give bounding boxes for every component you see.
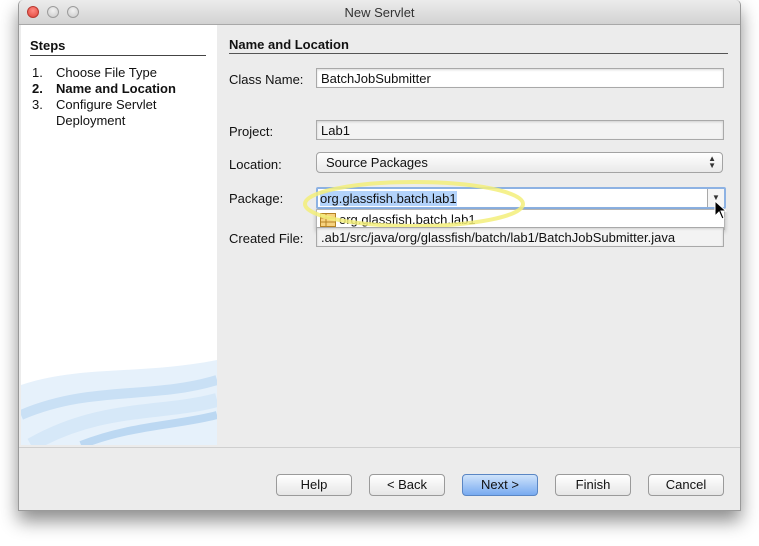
step-label: Configure Servlet Deployment — [56, 97, 157, 128]
section-heading: Name and Location — [229, 37, 349, 52]
updown-arrows-icon: ▲ ▼ — [708, 154, 716, 170]
new-servlet-dialog: New Servlet Steps 1. Choose File Type 2.… — [18, 0, 741, 511]
back-button[interactable]: < Back — [369, 474, 445, 496]
step-number: 3. — [32, 97, 43, 112]
created-file-field: .ab1/src/java/org/glassfish/batch/lab1/B… — [316, 227, 724, 247]
project-label: Project: — [229, 124, 274, 139]
step-configure-servlet-deployment: 3. Configure Servlet Deployment — [32, 97, 156, 128]
button-bar-divider — [19, 447, 740, 448]
steps-panel: Steps 1. Choose File Type 2. Name and Lo… — [21, 25, 217, 445]
wizard-swoosh-graphic — [21, 360, 217, 445]
title-bar: New Servlet — [19, 0, 740, 25]
step-number: 2. — [32, 81, 43, 96]
location-label: Location: — [229, 157, 282, 172]
next-button[interactable]: Next > — [462, 474, 538, 496]
steps-divider — [30, 55, 206, 56]
step-name-and-location: 2. Name and Location — [32, 81, 176, 97]
class-name-input[interactable]: BatchJobSubmitter — [316, 68, 724, 88]
help-button[interactable]: Help — [276, 474, 352, 496]
step-choose-file-type: 1. Choose File Type — [32, 65, 157, 81]
class-name-label: Class Name: — [229, 72, 304, 87]
step-label: Choose File Type — [56, 65, 157, 80]
window-title: New Servlet — [344, 5, 415, 20]
finish-button[interactable]: Finish — [555, 474, 631, 496]
cancel-button[interactable]: Cancel — [648, 474, 724, 496]
section-divider — [229, 53, 728, 54]
package-label: Package: — [229, 191, 284, 206]
step-label: Name and Location — [56, 81, 176, 96]
project-field: Lab1 — [316, 120, 724, 140]
step-number: 1. — [32, 65, 43, 80]
location-select[interactable]: Source Packages ▲ ▼ — [316, 152, 723, 173]
steps-heading: Steps — [30, 38, 66, 53]
mouse-pointer-icon — [714, 200, 728, 220]
highlight-ellipse-annotation — [303, 180, 525, 228]
created-file-label: Created File: — [229, 231, 304, 246]
location-select-value: Source Packages — [326, 155, 428, 170]
